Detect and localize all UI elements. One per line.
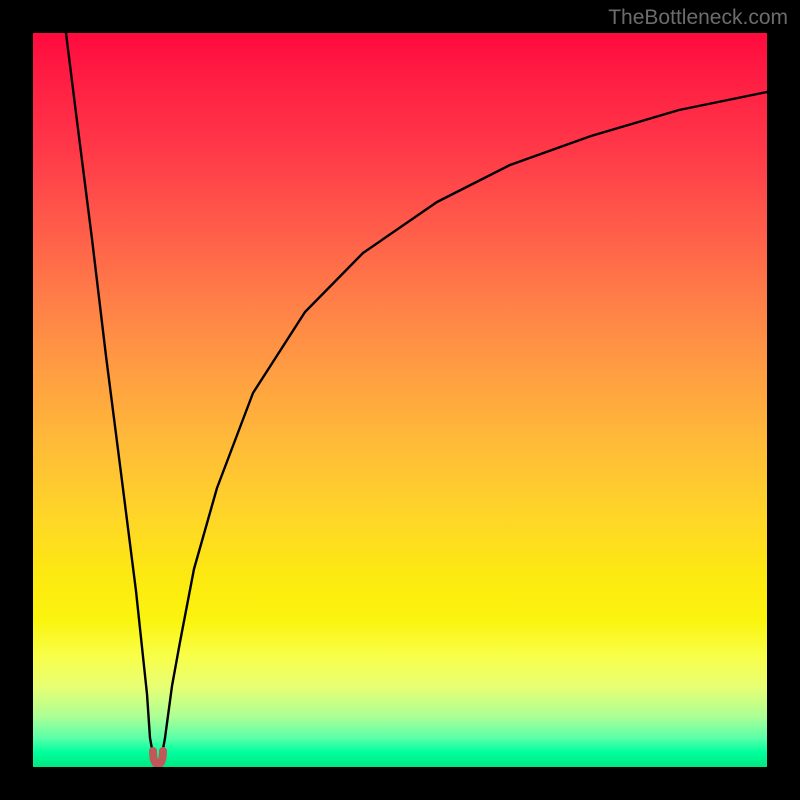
minimum-marker: [153, 751, 163, 764]
bottleneck-curve: [33, 33, 767, 767]
curve-right-branch: [161, 92, 767, 760]
curve-left-branch: [66, 33, 154, 760]
plot-area: [33, 33, 767, 767]
chart-frame: TheBottleneck.com: [0, 0, 800, 800]
watermark-text: TheBottleneck.com: [608, 6, 788, 30]
